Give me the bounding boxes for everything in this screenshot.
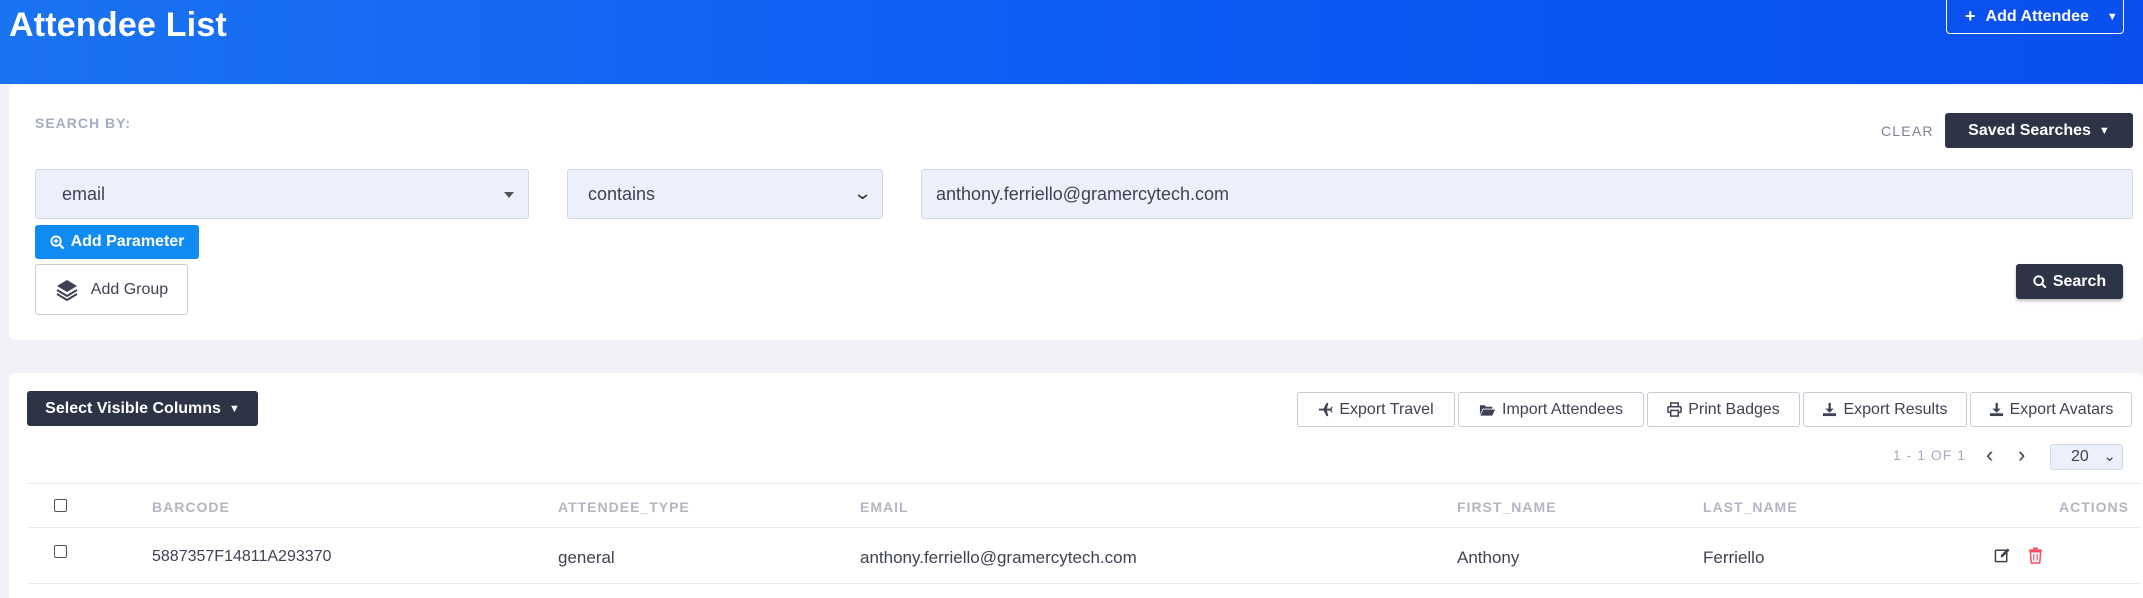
search-field-value: email [62,183,106,204]
add-attendee-button[interactable]: + Add Attendee ▼ [1946,0,2124,34]
download-icon [1989,402,2003,417]
search-field-select[interactable]: email [35,169,529,219]
print-badges-button[interactable]: Print Badges [1647,392,1800,427]
add-parameter-button[interactable]: Add Parameter [35,225,199,259]
page-size-value: 20 [2071,448,2089,465]
table-header: BARCODE ATTENDEE_TYPE EMAIL FIRST_NAME L… [27,483,2142,528]
search-icon [2033,274,2047,288]
chevron-down-icon: ⌄ [852,183,873,203]
operator-select[interactable]: contains ⌄ [567,169,883,219]
column-header-barcode[interactable]: BARCODE [152,499,230,515]
add-group-label: Add Group [90,280,169,298]
export-results-button[interactable]: Export Results [1803,392,1967,427]
cell-last-name: Ferriello [1703,548,1765,567]
operator-value: contains [588,183,656,204]
plane-icon [1319,402,1333,417]
pagination-summary: 1 - 1 OF 1 [1893,447,1967,463]
chevron-right-icon[interactable]: › [2018,442,2025,468]
search-plus-icon [50,234,64,249]
layers-icon [56,279,78,301]
print-badges-label: Print Badges [1688,400,1780,418]
cell-barcode: 5887357F14811A293370 [152,548,332,565]
chevron-left-icon[interactable]: ‹ [1986,442,1993,468]
folder-open-icon [1479,404,1496,416]
cell-attendee-type: general [558,548,615,567]
download-icon [1823,402,1837,417]
select-visible-columns-label: Select Visible Columns [45,399,221,417]
chevron-down-icon: ⌄ [2103,448,2116,465]
export-travel-button[interactable]: Export Travel [1297,392,1455,427]
column-header-first-name[interactable]: FIRST_NAME [1457,499,1556,515]
search-label: Search [2052,272,2107,290]
import-attendees-label: Import Attendees [1502,400,1623,418]
add-group-button[interactable]: Add Group [35,264,188,315]
page-size-select[interactable]: 20 ⌄ [2050,444,2123,470]
select-all-checkbox[interactable] [54,499,67,512]
search-value-input[interactable]: anthony.ferriello@gramercytech.com [921,169,2133,219]
caret-down-icon[interactable]: ▼ [2107,11,2118,23]
search-button[interactable]: Search [2016,264,2123,299]
caret-down-icon: ▼ [228,402,240,415]
add-parameter-label: Add Parameter [70,233,185,250]
results-panel: Select Visible Columns ▼ Export Travel I… [9,373,2143,598]
page-header: Attendee List + Add Attendee ▼ [0,0,2143,84]
saved-searches-button[interactable]: Saved Searches ▼ [1945,113,2133,148]
clear-button[interactable]: CLEAR [1881,123,1934,139]
import-attendees-button[interactable]: Import Attendees [1458,392,1644,427]
print-icon [1667,402,1682,417]
column-header-actions: ACTIONS [2059,499,2129,515]
search-value-text: anthony.ferriello@gramercytech.com [936,183,1230,204]
caret-down-icon: ▼ [2098,124,2110,137]
column-header-attendee-type[interactable]: ATTENDEE_TYPE [558,499,690,515]
row-checkbox[interactable] [54,545,67,558]
search-panel: SEARCH BY: CLEAR Saved Searches ▼ email … [9,85,2143,340]
export-avatars-button[interactable]: Export Avatars [1970,392,2132,427]
search-by-label: SEARCH BY: [35,115,132,131]
cell-email: anthony.ferriello@gramercytech.com [860,548,1137,567]
cell-first-name: Anthony [1457,548,1520,567]
table-row: 5887357F14811A293370 general anthony.fer… [27,528,2142,584]
column-header-last-name[interactable]: LAST_NAME [1703,499,1798,515]
select-visible-columns-button[interactable]: Select Visible Columns ▼ [27,391,258,426]
export-travel-label: Export Travel [1339,400,1434,418]
export-avatars-label: Export Avatars [2009,400,2114,418]
export-results-label: Export Results [1843,400,1948,418]
column-header-email[interactable]: EMAIL [860,499,909,515]
caret-down-icon [504,192,514,198]
edit-icon[interactable] [1994,547,2011,569]
add-attendee-label: Add Attendee [1985,7,2089,25]
trash-icon[interactable] [2028,547,2043,569]
plus-icon: + [1965,6,1976,26]
page-title: Attendee List [9,6,227,44]
saved-searches-label: Saved Searches [1968,121,2091,139]
